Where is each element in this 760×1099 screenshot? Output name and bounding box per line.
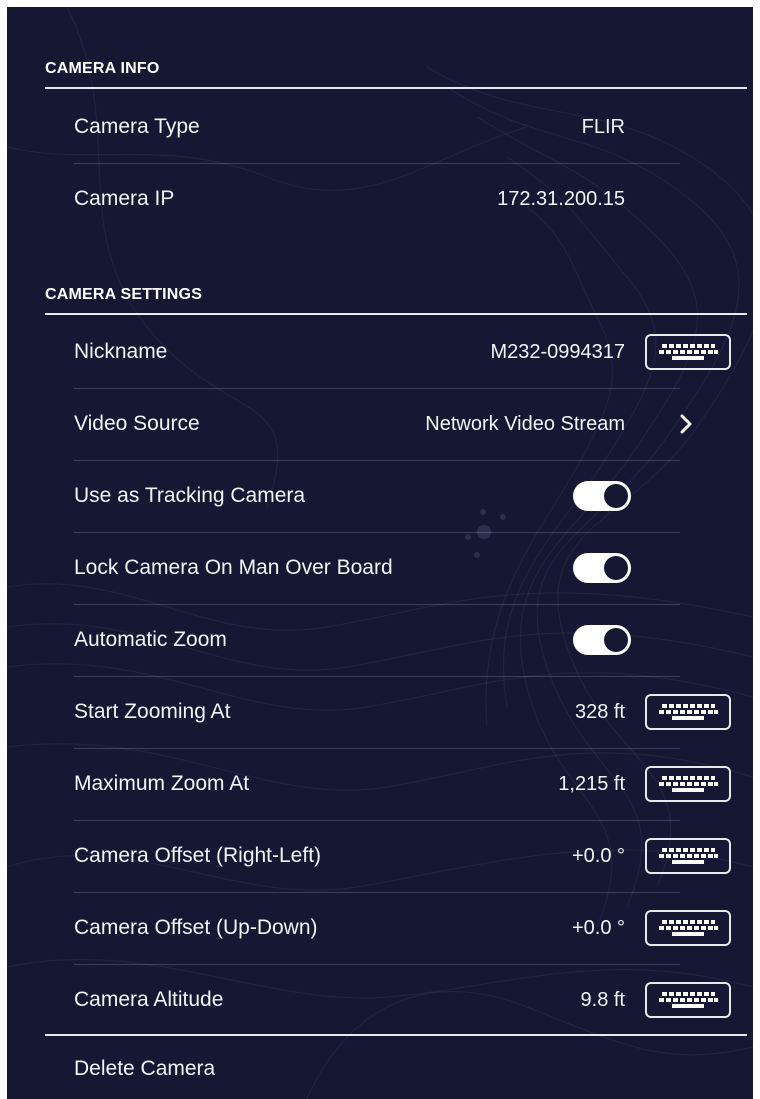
camera-settings-screen: CAMERA INFO Camera Type FLIR Camera IP 1… (7, 7, 753, 1099)
offset-right-left-row[interactable]: Camera Offset (Right-Left) +0.0 ° (74, 820, 680, 893)
keyboard-icon (659, 776, 718, 792)
keyboard-icon (659, 920, 718, 936)
max-zoom-value: 1,215 ft (558, 772, 625, 795)
start-zoom-row[interactable]: Start Zooming At 328 ft (74, 676, 680, 749)
camera-altitude-keyboard-icon[interactable] (645, 982, 731, 1018)
camera-type-value: FLIR (581, 115, 625, 138)
max-zoom-row[interactable]: Maximum Zoom At 1,215 ft (74, 748, 680, 821)
camera-info-header: CAMERA INFO (45, 60, 747, 89)
section-divider (45, 1034, 747, 1036)
keyboard-icon (659, 848, 718, 864)
tracking-camera-toggle[interactable] (573, 481, 631, 511)
camera-ip-row: Camera IP 172.31.200.15 (74, 163, 680, 235)
keyboard-icon (659, 992, 718, 1008)
video-source-value: Network Video Stream (425, 412, 625, 435)
automatic-zoom-toggle[interactable] (573, 625, 631, 655)
offset-up-down-row[interactable]: Camera Offset (Up-Down) +0.0 ° (74, 892, 680, 965)
start-zoom-keyboard-icon[interactable] (645, 694, 731, 730)
lock-mob-toggle[interactable] (573, 553, 631, 583)
camera-altitude-value: 9.8 ft (580, 988, 625, 1011)
chevron-right-icon[interactable] (675, 409, 697, 439)
video-source-row[interactable]: Video Source Network Video Stream (74, 388, 680, 461)
max-zoom-keyboard-icon[interactable] (645, 766, 731, 802)
camera-ip-value: 172.31.200.15 (497, 187, 625, 210)
camera-altitude-row[interactable]: Camera Altitude 9.8 ft (74, 964, 680, 1036)
keyboard-icon (659, 704, 718, 720)
keyboard-icon (659, 344, 718, 360)
delete-camera-button[interactable]: Delete Camera (74, 1057, 215, 1081)
offset-up-down-keyboard-icon[interactable] (645, 910, 731, 946)
offset-right-left-value: +0.0 ° (571, 844, 625, 867)
camera-settings-header: CAMERA SETTINGS (45, 286, 747, 315)
nickname-value: M232-0994317 (490, 340, 625, 363)
toggle-knob (604, 556, 628, 580)
start-zoom-value: 328 ft (574, 700, 625, 723)
offset-right-left-keyboard-icon[interactable] (645, 838, 731, 874)
nickname-keyboard-icon[interactable] (645, 334, 731, 370)
offset-up-down-value: +0.0 ° (571, 916, 625, 939)
camera-type-row: Camera Type FLIR (74, 91, 680, 164)
nickname-row[interactable]: Nickname M232-0994317 (74, 316, 680, 389)
toggle-knob (604, 628, 628, 652)
toggle-knob (604, 484, 628, 508)
